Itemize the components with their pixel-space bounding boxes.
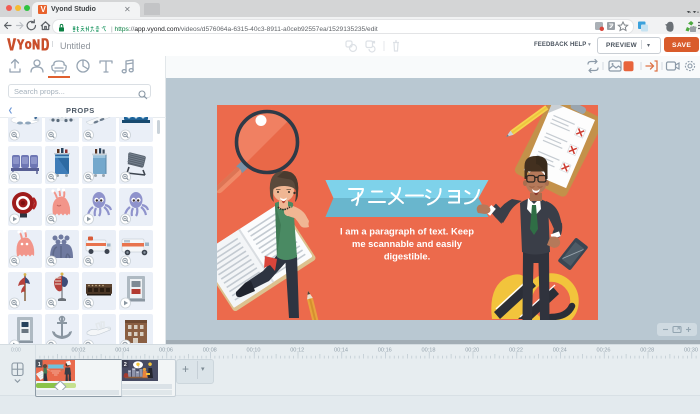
svg-text:00:24: 00:24 bbox=[553, 348, 567, 354]
svg-text:00:08: 00:08 bbox=[203, 348, 217, 354]
svg-text:1: 1 bbox=[38, 362, 41, 368]
svg-text:digestible.: digestible. bbox=[384, 251, 430, 262]
svg-text:00:16: 00:16 bbox=[378, 348, 392, 354]
svg-text:00:02: 00:02 bbox=[72, 348, 86, 354]
svg-text:2: 2 bbox=[124, 362, 127, 368]
svg-text:me scannable and easily: me scannable and easily bbox=[352, 238, 463, 249]
svg-text:00:04: 00:04 bbox=[115, 348, 129, 354]
svg-text:00:28: 00:28 bbox=[640, 348, 654, 354]
svg-text:0:00: 0:00 bbox=[11, 348, 21, 354]
svg-text:00:26: 00:26 bbox=[597, 348, 611, 354]
svg-text:00:20: 00:20 bbox=[465, 348, 479, 354]
svg-text:I am a paragraph of text. Keep: I am a paragraph of text. Keep bbox=[340, 226, 474, 237]
svg-text:00:12: 00:12 bbox=[290, 348, 304, 354]
svg-text:00:18: 00:18 bbox=[422, 348, 436, 354]
svg-text:| https://app.vyond.com/video: | https://app.vyond.com/videos/d576064a-… bbox=[111, 25, 378, 32]
svg-text:00:14: 00:14 bbox=[334, 348, 348, 354]
svg-text:00:10: 00:10 bbox=[247, 348, 261, 354]
svg-text:00:30: 00:30 bbox=[684, 348, 698, 354]
svg-text:00:06: 00:06 bbox=[159, 348, 173, 354]
svg-text:00:22: 00:22 bbox=[509, 348, 523, 354]
